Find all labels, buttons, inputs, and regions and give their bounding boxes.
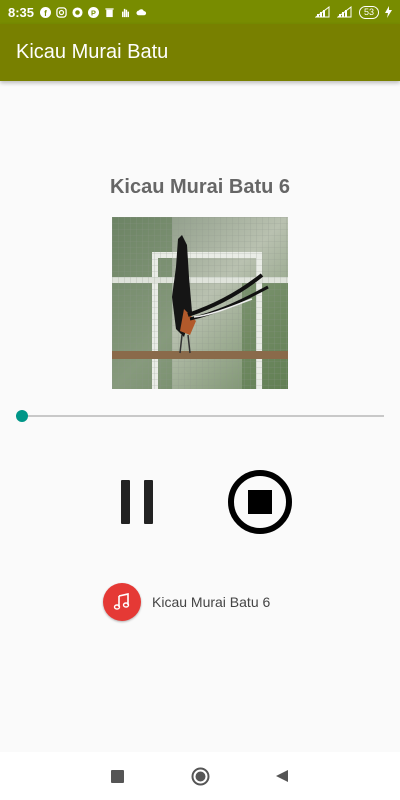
notification-icons: f P	[40, 6, 147, 18]
pause-button[interactable]	[117, 478, 157, 524]
svg-text:P: P	[91, 8, 96, 17]
signal-icon	[336, 6, 352, 18]
facebook-icon: f	[40, 6, 52, 18]
now-playing-label: Kicau Murai Batu 6	[152, 594, 271, 610]
square-icon	[110, 769, 124, 783]
stop-icon	[248, 490, 272, 514]
home-button[interactable]	[190, 766, 210, 786]
instagram-icon	[56, 6, 67, 18]
cloud-icon	[136, 8, 147, 15]
app-icon	[72, 6, 83, 18]
seek-track	[16, 415, 384, 417]
status-time: 8:35	[8, 4, 35, 20]
app-bar: Kicau Murai Batu	[0, 24, 400, 81]
trash-icon	[105, 7, 114, 17]
p-icon: P	[88, 6, 100, 18]
now-playing-item: Kicau Murai Batu 6	[103, 583, 270, 621]
music-note-icon	[103, 583, 141, 621]
navigation-bar	[0, 752, 400, 800]
circle-icon	[191, 767, 209, 785]
recents-button[interactable]	[107, 766, 127, 786]
track-title: Kicau Murai Batu 6	[109, 176, 291, 198]
status-bar: 8:35 f P 53	[0, 0, 400, 24]
seek-thumb[interactable]	[16, 410, 28, 422]
back-button[interactable]	[272, 766, 292, 786]
hand-icon	[122, 8, 130, 17]
back-triangle-icon	[276, 770, 288, 782]
pause-icon	[121, 480, 130, 524]
signal-icon	[314, 6, 330, 18]
battery-level: 53	[358, 5, 379, 19]
app-title: Kicau Murai Batu	[16, 41, 169, 63]
system-status: 53	[314, 5, 392, 19]
bird-photo	[112, 217, 288, 389]
svg-text:f: f	[44, 9, 47, 18]
seek-bar[interactable]	[16, 410, 384, 422]
pause-icon	[144, 480, 153, 524]
stop-button[interactable]	[228, 470, 292, 534]
charging-icon	[385, 6, 392, 18]
